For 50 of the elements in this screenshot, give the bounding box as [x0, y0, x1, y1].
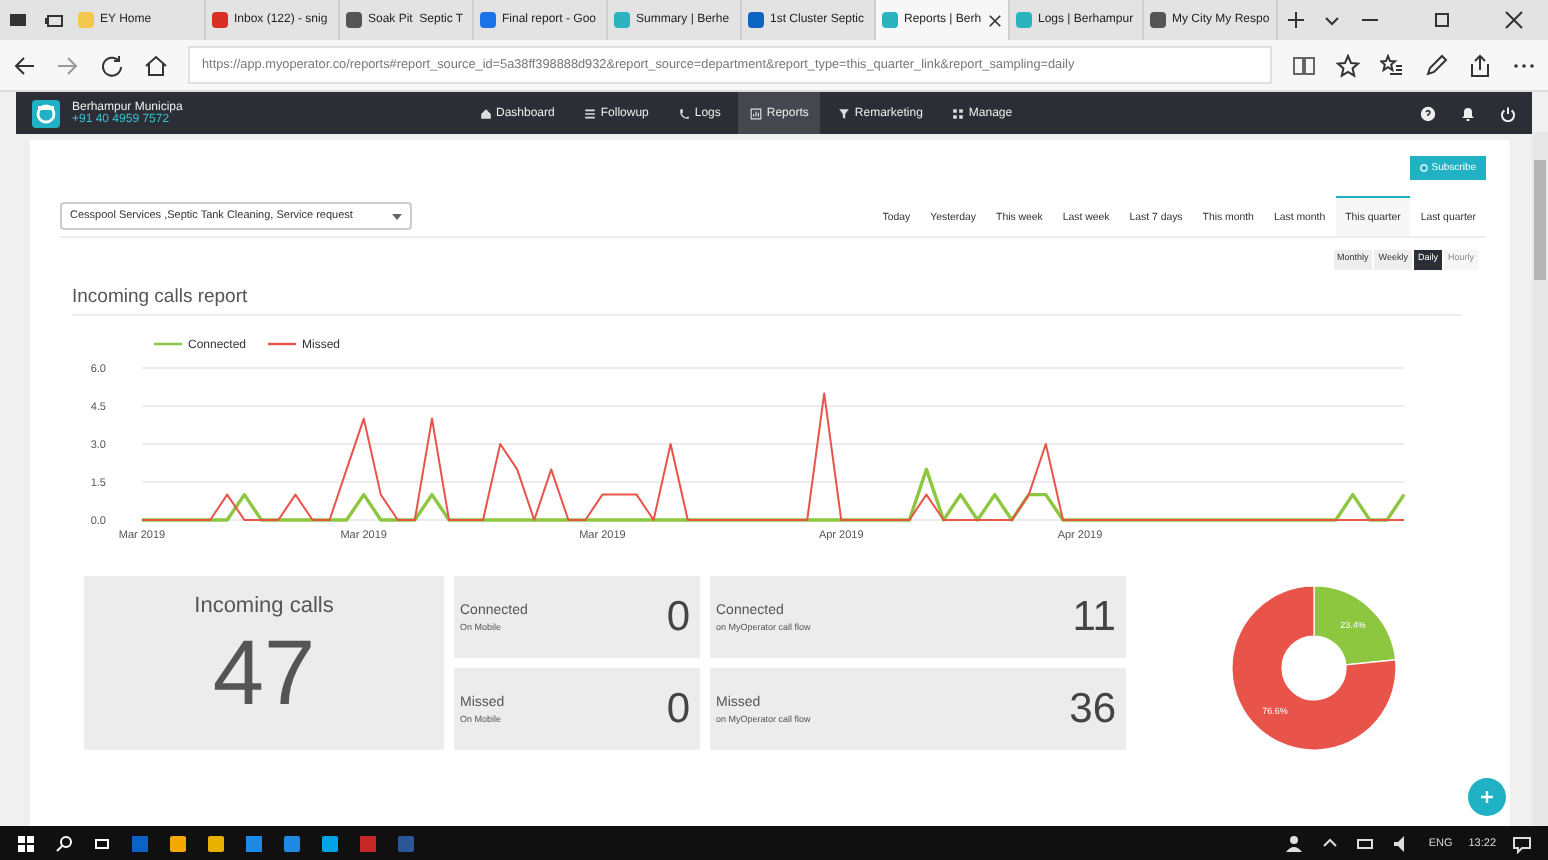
help-icon[interactable]	[1420, 105, 1436, 121]
favicon-icon	[346, 12, 362, 28]
home-icon	[480, 107, 492, 119]
task-view-icon[interactable]	[92, 833, 112, 853]
power-icon[interactable]	[1500, 105, 1516, 121]
favorites-icon[interactable]	[1380, 53, 1404, 77]
caret-icon	[392, 213, 402, 219]
book-icon[interactable]	[1292, 53, 1316, 77]
forward-icon[interactable]	[56, 53, 80, 77]
refresh-icon[interactable]	[100, 53, 124, 77]
search-icon[interactable]	[54, 833, 74, 853]
favicon-icon	[78, 12, 94, 28]
stat-label: Incoming calls	[194, 594, 334, 618]
stat-value: 0	[666, 593, 690, 641]
plus-icon[interactable]	[1286, 10, 1306, 30]
report-title: Incoming calls report	[70, 284, 250, 312]
bell-icon[interactable]	[1460, 105, 1476, 121]
favicon-icon	[1150, 12, 1166, 28]
funnel-icon	[838, 107, 851, 119]
star-icon[interactable]	[1336, 53, 1360, 77]
plus-icon	[1480, 790, 1494, 804]
stat-value: 47	[212, 622, 316, 722]
stat-value: 0	[666, 685, 690, 733]
scrollbar-thumb[interactable]	[1534, 160, 1546, 280]
tabs-icon[interactable]	[44, 10, 64, 30]
pen-icon[interactable]	[1424, 53, 1448, 77]
list-icon	[584, 107, 597, 119]
battery-icon[interactable]	[1356, 833, 1377, 853]
circle-icon	[1419, 164, 1428, 172]
favicon-icon	[882, 12, 898, 28]
close-icon[interactable]	[988, 13, 1002, 27]
favicon-icon	[614, 12, 630, 28]
stat-value: 11	[1072, 593, 1116, 641]
share-icon[interactable]	[1468, 53, 1492, 77]
phone-icon	[678, 107, 691, 119]
window-icon[interactable]	[8, 10, 28, 30]
favicon-icon	[1016, 12, 1032, 28]
stat-value: 36	[1069, 685, 1116, 733]
home-icon[interactable]	[144, 53, 168, 77]
close-icon[interactable]	[1504, 10, 1524, 30]
restore-icon[interactable]	[1432, 10, 1452, 30]
favicon-icon	[212, 12, 228, 28]
windows-logo-icon[interactable]	[16, 833, 36, 853]
notification-icon[interactable]	[1512, 833, 1532, 853]
chart-icon	[750, 107, 763, 119]
grid-icon	[952, 107, 965, 119]
back-icon[interactable]	[12, 53, 36, 77]
person-icon[interactable]	[1284, 833, 1305, 853]
favicon-icon	[748, 12, 764, 28]
favicon-icon	[480, 12, 496, 28]
